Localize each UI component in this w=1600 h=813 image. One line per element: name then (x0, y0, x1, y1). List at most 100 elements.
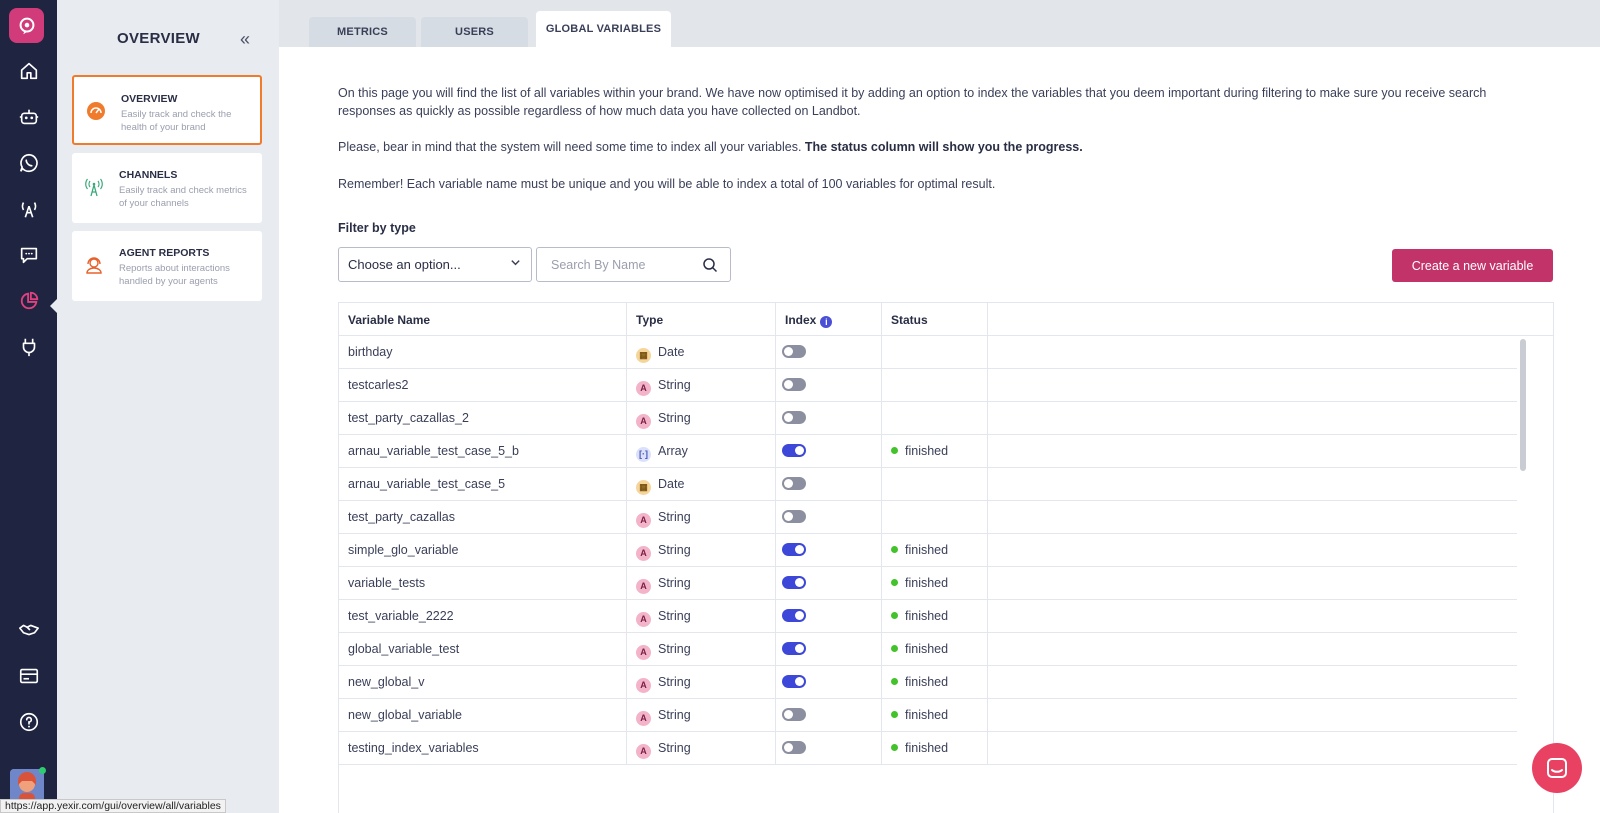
string-type-icon: A (636, 414, 651, 429)
intro-text: Please, bear in mind that the system wil… (338, 140, 805, 154)
column-header-index-label: Index (785, 313, 817, 327)
sidebar-card-title: OVERVIEW (121, 93, 178, 105)
index-toggle[interactable] (782, 708, 806, 721)
broadcast-icon[interactable] (0, 194, 57, 224)
index-toggle[interactable] (782, 543, 806, 556)
active-indicator (50, 299, 57, 313)
variable-type-label: String (658, 510, 691, 524)
avatar[interactable] (10, 769, 44, 803)
intro-paragraph-3: Remember! Each variable name must be uni… (338, 177, 996, 191)
billing-icon[interactable] (0, 661, 57, 691)
variable-name-cell: arnau_variable_test_case_5 (339, 468, 627, 501)
table-row[interactable]: test_party_cazallas_2 A String (339, 402, 1517, 435)
index-toggle[interactable] (782, 510, 806, 523)
search-box (536, 247, 731, 282)
tab-bar: METRICS USERS GLOBAL VARIABLES (279, 0, 1600, 47)
table-row[interactable]: new_global_variable A String finished (339, 699, 1517, 732)
handshake-icon[interactable] (0, 615, 57, 645)
table-row[interactable]: testing_index_variables A String finished (339, 732, 1517, 765)
column-header-index[interactable]: Index i (776, 303, 882, 336)
table-row[interactable]: testcarles2 A String (339, 369, 1517, 402)
string-type-icon: A (636, 513, 651, 528)
string-type-icon: A (636, 678, 651, 693)
table-row[interactable]: arnau_variable_test_case_5_b [·] Array fini… (339, 435, 1517, 468)
bot-icon[interactable] (0, 102, 57, 132)
variable-index-cell (776, 699, 882, 732)
variable-index-cell (776, 666, 882, 699)
variable-name-cell: testcarles2 (339, 369, 627, 402)
variable-index-cell (776, 501, 882, 534)
plug-icon[interactable] (0, 332, 57, 362)
variable-type-cell: A String (627, 567, 776, 600)
antenna-icon (85, 178, 103, 197)
index-toggle[interactable] (782, 675, 806, 688)
index-toggle[interactable] (782, 576, 806, 589)
agent-headset-icon (86, 257, 102, 274)
variable-index-cell (776, 567, 882, 600)
variable-status-label: finished (905, 675, 949, 689)
index-toggle[interactable] (782, 444, 806, 457)
index-toggle[interactable] (782, 345, 806, 358)
table-row[interactable]: global_variable_test A String finished (339, 633, 1517, 666)
variable-type-label: String (658, 378, 691, 392)
table-row[interactable]: arnau_variable_test_case_5 ▦ Date (339, 468, 1517, 501)
chat-widget-button[interactable] (1532, 743, 1582, 793)
variable-name-cell: new_global_v (339, 666, 627, 699)
variable-status-cell (882, 336, 988, 369)
variable-status-cell: finished (882, 699, 988, 732)
variable-status-cell: finished (882, 567, 988, 600)
variable-status-cell: finished (882, 534, 988, 567)
whatsapp-icon[interactable] (0, 148, 57, 178)
search-input[interactable] (551, 248, 701, 281)
status-dot (891, 744, 898, 751)
index-toggle[interactable] (782, 609, 806, 622)
table-row[interactable]: test_variable_2222 A String finished (339, 600, 1517, 633)
column-header-name[interactable]: Variable Name (339, 303, 627, 336)
index-toggle[interactable] (782, 378, 806, 391)
search-icon[interactable] (702, 257, 718, 273)
double-chevron-left-icon[interactable]: « (240, 29, 250, 50)
index-toggle[interactable] (782, 642, 806, 655)
table-row[interactable]: birthday ▦ Date (339, 336, 1517, 369)
sidebar-card-title: CHANNELS (119, 169, 178, 181)
variable-type-label: String (658, 708, 691, 722)
index-toggle[interactable] (782, 477, 806, 490)
intro-paragraph-1: On this page you will find the list of a… (338, 86, 1487, 118)
table-row[interactable]: test_party_cazallas A String (339, 501, 1517, 534)
index-toggle[interactable] (782, 741, 806, 754)
table-row[interactable]: new_global_v A String finished (339, 666, 1517, 699)
info-icon[interactable]: i (820, 316, 833, 328)
sidebar-card-agent-reports[interactable]: AGENT REPORTS Reports about interactions… (72, 231, 262, 301)
string-type-icon: A (636, 579, 651, 594)
table-row[interactable]: variable_tests A String finished (339, 567, 1517, 600)
speedometer-icon (87, 102, 105, 120)
chat-bubble-icon[interactable] (0, 240, 57, 270)
variable-type-label: Date (658, 345, 685, 359)
array-type-icon: [·] (636, 447, 651, 462)
column-header-status[interactable]: Status (882, 303, 988, 336)
variable-type-cell: A String (627, 501, 776, 534)
create-variable-button[interactable]: Create a new variable (1392, 249, 1553, 282)
help-icon[interactable] (0, 707, 57, 737)
tab-metrics[interactable]: METRICS (309, 17, 416, 47)
tab-global-variables[interactable]: GLOBAL VARIABLES (536, 11, 671, 47)
sidebar-card-overview[interactable]: OVERVIEW Easily track and check the heal… (72, 75, 262, 145)
landbot-logo[interactable] (9, 8, 44, 43)
index-toggle[interactable] (782, 411, 806, 424)
tab-users[interactable]: USERS (421, 17, 528, 47)
string-type-icon: A (636, 744, 651, 759)
variable-name-cell: arnau_variable_test_case_5_b (339, 435, 627, 468)
sidebar-card-channels[interactable]: CHANNELS Easily track and check metrics … (72, 153, 262, 223)
table-row[interactable]: simple_glo_variable A String finished (339, 534, 1517, 567)
chat-widget-icon (1547, 758, 1567, 778)
variable-status-label: finished (905, 708, 949, 722)
analytics-pie-icon[interactable] (0, 286, 57, 316)
type-filter-select[interactable]: Choose an option... (338, 247, 532, 282)
sidebar-card-title: AGENT REPORTS (119, 247, 210, 259)
variable-status-cell: finished (882, 666, 988, 699)
table-header: Variable Name Type Index i Status (339, 303, 1553, 336)
column-header-type[interactable]: Type (627, 303, 776, 336)
variable-name-cell: global_variable_test (339, 633, 627, 666)
home-icon[interactable] (0, 56, 57, 86)
table-scrollbar[interactable] (1520, 339, 1526, 471)
